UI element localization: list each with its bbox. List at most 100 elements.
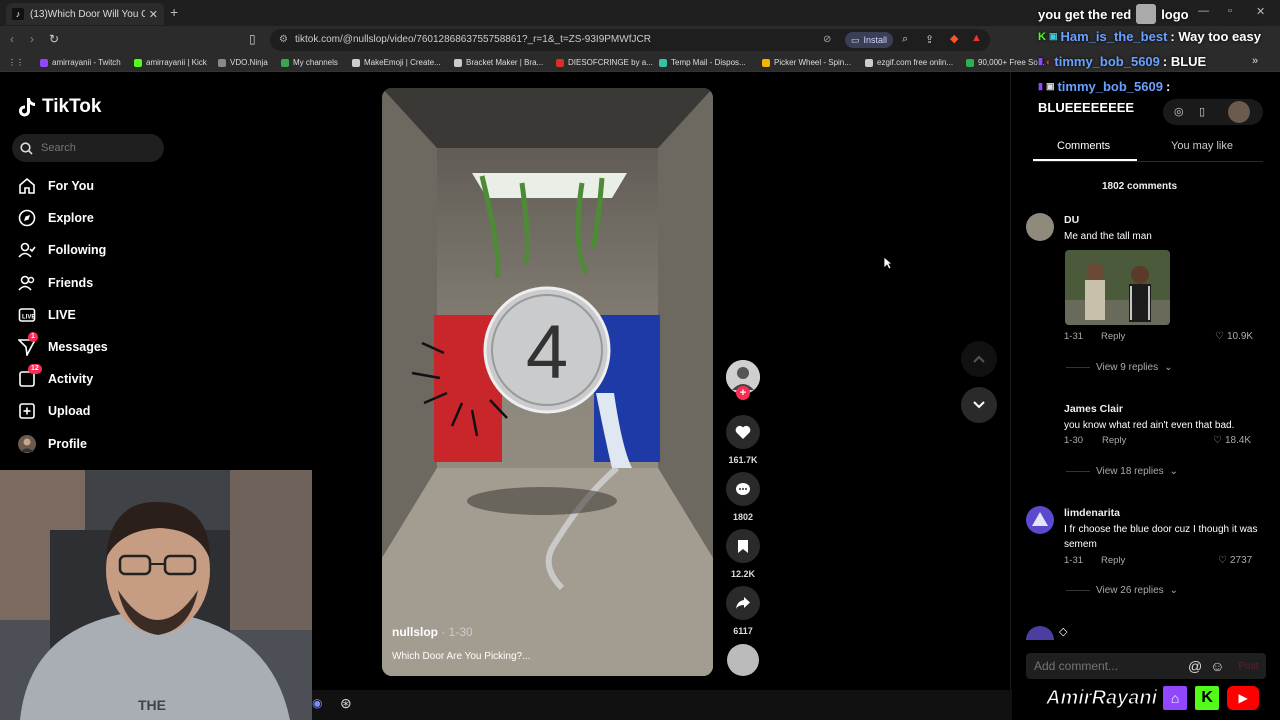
post-button[interactable]: Post	[1239, 661, 1259, 672]
bookmark-item[interactable]: My channels	[281, 58, 338, 67]
phone-icon[interactable]: ▯	[1199, 105, 1205, 118]
apps-icon[interactable]: ⋮⋮	[8, 58, 24, 67]
brave-rewards-icon[interactable]: ▲	[971, 32, 982, 44]
video-off-icon[interactable]: ⊘	[823, 34, 831, 45]
close-tab-icon[interactable]: ✕	[149, 8, 158, 21]
tab-divider	[1033, 161, 1263, 162]
forward-icon[interactable]: ›	[30, 32, 34, 46]
share-button[interactable]: 6117	[725, 586, 761, 636]
comment-username[interactable]: limdenarita	[1064, 507, 1120, 519]
obs-icon[interactable]: ⊛	[340, 695, 352, 712]
comment-date: 1-30	[1064, 435, 1084, 446]
view-replies-button[interactable]: View 26 replies ⌄	[1066, 585, 1178, 596]
bookmark-item[interactable]: VDO.Ninja	[218, 58, 268, 67]
view-replies-button[interactable]: View 18 replies ⌄	[1066, 466, 1178, 477]
reload-icon[interactable]: ↻	[49, 32, 59, 46]
search-input[interactable]	[41, 142, 151, 154]
reply-button[interactable]: Reply	[1101, 331, 1125, 342]
address-bar[interactable]: ⚙ tiktok.com/@nullslop/video/76012868637…	[270, 29, 990, 51]
author-name[interactable]: nullslop	[392, 625, 438, 639]
bookmark-label: Picker Wheel - Spin...	[774, 58, 851, 67]
minimize-icon[interactable]: —	[1198, 5, 1209, 17]
nav-following[interactable]: Following	[18, 241, 106, 259]
bookmark-page-icon[interactable]: ▯	[249, 32, 256, 46]
follow-plus-icon[interactable]: +	[736, 386, 750, 400]
bookmark-label: Bracket Maker | Bra...	[466, 58, 544, 67]
nav-for-you[interactable]: For You	[18, 177, 94, 195]
bookmark-item[interactable]: Picker Wheel - Spin...	[762, 58, 851, 67]
view-replies-button[interactable]: View 9 replies ⌄	[1066, 362, 1172, 373]
comment-button[interactable]: 1802	[725, 472, 761, 522]
new-tab-button[interactable]: +	[170, 4, 178, 20]
tab-comments[interactable]: Comments	[1057, 140, 1110, 152]
nav-label: Activity	[48, 372, 94, 386]
commenter-avatar[interactable]	[1026, 213, 1054, 241]
zoom-icon[interactable]: ⌕	[902, 33, 908, 46]
previous-video-button[interactable]	[961, 341, 997, 377]
nav-live[interactable]: LIVE LIVE	[18, 306, 76, 324]
comment-date: 1-31	[1064, 555, 1084, 566]
nav-activity[interactable]: 12 Activity	[18, 364, 94, 388]
chevron-down-icon: ⌄	[1164, 362, 1173, 373]
browser-tab[interactable]: ♪ (13)Which Door Will You Choose ✕	[6, 3, 164, 25]
reply-button[interactable]: Reply	[1101, 555, 1125, 566]
share-icon[interactable]: ⇪	[925, 33, 934, 46]
bookmark-item[interactable]: Temp Mail - Dispos...	[659, 58, 746, 67]
activity-badge: 12	[28, 364, 42, 374]
mention-icon[interactable]: @	[1188, 658, 1202, 674]
nav-explore[interactable]: Explore	[18, 209, 94, 227]
comment-username[interactable]: James Clair	[1064, 403, 1123, 415]
save-button[interactable]: 12.2K	[725, 529, 761, 579]
more-bookmarks-icon[interactable]: »	[1252, 55, 1258, 67]
maximize-icon[interactable]: ▫	[1228, 5, 1232, 17]
bookmark-item[interactable]: amirrayanii - Twitch	[40, 58, 121, 67]
site-info-icon[interactable]: ⚙	[279, 34, 288, 45]
music-disc-button[interactable]	[725, 644, 761, 676]
bookmark-item[interactable]: ezgif.com free onlin...	[865, 58, 953, 67]
bookmark-item[interactable]: amirrayanii | Kick	[134, 58, 207, 67]
comment-like-button[interactable]: ♡ 2737	[1218, 555, 1252, 566]
add-comment-bar[interactable]: @ ☺ Post	[1026, 653, 1266, 679]
video-caption[interactable]: Which Door Are You Picking?...	[392, 651, 530, 662]
creator-avatar-button[interactable]: +	[725, 360, 761, 400]
comment-image[interactable]	[1065, 250, 1170, 325]
bookmark-item[interactable]: DIESOFCRINGE by a...	[556, 58, 653, 67]
nav-profile[interactable]: Profile	[18, 435, 87, 453]
user-avatar[interactable]	[1228, 101, 1250, 123]
heart-outline-icon: ♡	[1215, 331, 1224, 342]
friends-icon	[18, 274, 36, 292]
bookmark-item[interactable]: 90,000+ Free So...	[966, 58, 1045, 67]
tab-you-may-like[interactable]: You may like	[1171, 140, 1233, 152]
video-player[interactable]: 4	[382, 88, 713, 676]
home-icon	[18, 177, 36, 195]
install-app-button[interactable]: ▭ Install	[845, 32, 894, 48]
commenter-avatar[interactable]	[1026, 506, 1054, 534]
nav-messages[interactable]: 1 Messages	[18, 332, 108, 356]
close-window-icon[interactable]: ✕	[1256, 5, 1265, 18]
nav-upload[interactable]: Upload	[18, 402, 90, 420]
svg-text:LIVE: LIVE	[22, 315, 35, 321]
comment-username[interactable]: DU	[1064, 214, 1079, 226]
next-video-button[interactable]	[961, 387, 997, 423]
bookmark-item[interactable]: Bracket Maker | Bra...	[454, 58, 543, 67]
video-author[interactable]: nullslop · 1-30	[392, 625, 473, 639]
robot-badge-icon: ▣	[1045, 81, 1055, 91]
comment-like-button[interactable]: ♡ 10.9K	[1215, 331, 1253, 342]
brave-shield-icon[interactable]: ◆	[950, 32, 958, 45]
emoji-icon[interactable]: ☺	[1210, 658, 1224, 674]
comment-input[interactable]	[1034, 659, 1174, 673]
chat-text: you get the red	[1038, 6, 1132, 22]
back-icon[interactable]: ‹	[10, 32, 14, 46]
live-icon: LIVE	[18, 306, 36, 324]
bookmark-label: MakeEmoji | Create...	[364, 58, 441, 67]
nav-friends[interactable]: Friends	[18, 274, 93, 292]
tiktok-note-icon	[19, 98, 35, 117]
like-button[interactable]: 161.7K	[725, 415, 761, 465]
compass-small-icon[interactable]: ◎	[1174, 105, 1184, 118]
tiktok-logo[interactable]: TikTok	[18, 96, 101, 118]
reply-button[interactable]: Reply	[1102, 435, 1126, 446]
discord-icon[interactable]: ◉	[312, 696, 322, 710]
comment-like-button[interactable]: ♡ 18.4K	[1213, 435, 1251, 446]
search-box[interactable]	[12, 134, 164, 162]
bookmark-item[interactable]: MakeEmoji | Create...	[352, 58, 441, 67]
